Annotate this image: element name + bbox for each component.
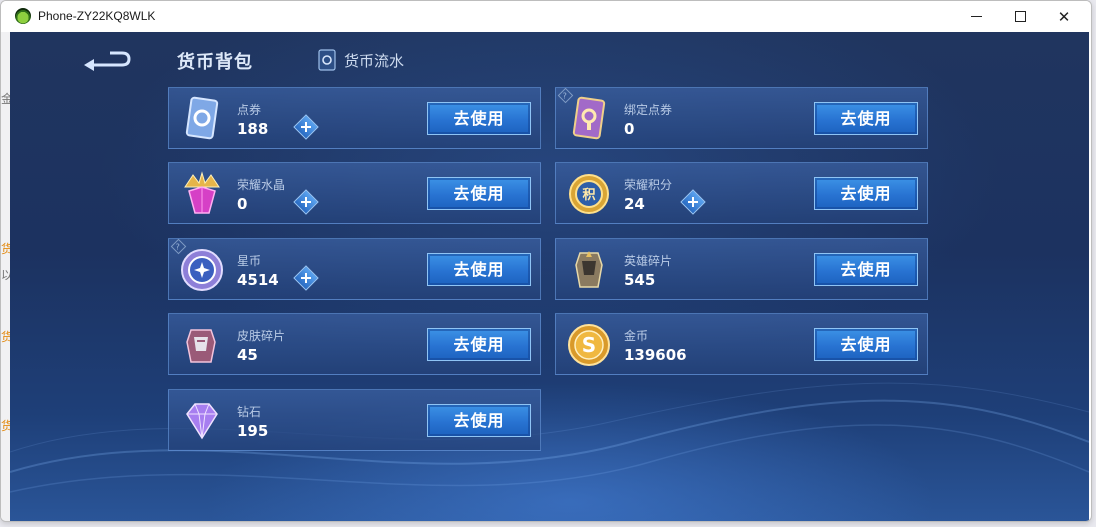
svg-text:积: 积 bbox=[582, 187, 595, 203]
star-coin-icon bbox=[181, 249, 223, 291]
minimize-button[interactable] bbox=[953, 1, 999, 32]
currency-card-gold-coin: S 金币 139606 去使用 bbox=[555, 313, 928, 375]
maximize-icon bbox=[1014, 11, 1026, 22]
voucher-icon bbox=[185, 96, 219, 140]
use-button[interactable]: 去使用 bbox=[814, 253, 918, 286]
currency-amount: 0 bbox=[624, 120, 635, 138]
bound-voucher-icon bbox=[572, 96, 606, 140]
page-title: 货币背包 bbox=[177, 52, 253, 73]
currency-name: 点券 bbox=[237, 103, 262, 117]
currency-amount: 545 bbox=[624, 271, 656, 289]
use-button[interactable]: 去使用 bbox=[427, 328, 531, 361]
skin-fragment-icon bbox=[186, 329, 216, 363]
use-button[interactable]: 去使用 bbox=[427, 102, 531, 135]
recharge-plus-button[interactable] bbox=[293, 114, 319, 140]
currency-flow-link[interactable]: 货币流水 bbox=[318, 48, 404, 72]
currency-card-star-coin: ? 星币 4514 去使用 bbox=[168, 238, 541, 300]
currency-name: 钻石 bbox=[237, 405, 262, 419]
ledger-icon bbox=[318, 49, 336, 71]
currency-amount: 4514 bbox=[237, 271, 279, 289]
gold-coin-icon: S bbox=[568, 324, 610, 366]
currency-amount: 45 bbox=[237, 346, 258, 364]
hero-fragment-icon bbox=[575, 251, 603, 288]
currency-card-skin-fragment: 皮肤碎片 45 去使用 bbox=[168, 313, 541, 375]
currency-amount: 139606 bbox=[624, 346, 687, 364]
recharge-plus-button[interactable] bbox=[293, 189, 319, 215]
currency-amount: 24 bbox=[624, 195, 645, 213]
currency-card-glory-crystal: 荣耀水晶 0 去使用 bbox=[168, 162, 541, 224]
currency-amount: 188 bbox=[237, 120, 269, 138]
glory-crystal-icon bbox=[184, 171, 220, 214]
currency-flow-label: 货币流水 bbox=[344, 51, 405, 70]
recharge-plus-button[interactable] bbox=[293, 265, 319, 291]
close-button[interactable]: ✕ bbox=[1041, 1, 1087, 32]
back-button[interactable] bbox=[82, 50, 132, 72]
title-bar: Phone-ZY22KQ8WLK ✕ bbox=[1, 1, 1091, 32]
currency-name: 皮肤碎片 bbox=[237, 329, 286, 343]
currency-card-voucher: 点券 188 去使用 bbox=[168, 87, 541, 149]
use-button[interactable]: 去使用 bbox=[427, 253, 531, 286]
window-title: Phone-ZY22KQ8WLK bbox=[38, 9, 156, 23]
back-arrow-icon bbox=[84, 51, 131, 71]
recharge-plus-button[interactable] bbox=[680, 189, 706, 215]
use-button[interactable]: 去使用 bbox=[427, 404, 531, 437]
currency-card-glory-points: 积 荣耀积分 24 去使用 bbox=[555, 162, 928, 224]
diamond-icon bbox=[186, 403, 218, 440]
android-app-icon bbox=[15, 8, 31, 24]
currency-name: 荣耀水晶 bbox=[237, 178, 286, 192]
currency-amount: 195 bbox=[237, 422, 269, 440]
glory-points-icon: 积 bbox=[569, 174, 609, 214]
close-icon: ✕ bbox=[1057, 7, 1071, 26]
currency-name: 金币 bbox=[624, 329, 649, 343]
currency-name: 星币 bbox=[237, 254, 262, 268]
maximize-button[interactable] bbox=[997, 1, 1043, 32]
minimize-icon bbox=[970, 16, 982, 17]
currency-card-hero-fragment: 英雄碎片 545 去使用 bbox=[555, 238, 928, 300]
svg-text:S: S bbox=[582, 333, 596, 357]
currency-name: 荣耀积分 bbox=[624, 178, 673, 192]
currency-name: 英雄碎片 bbox=[624, 254, 673, 268]
background-window-strip: 金 货 以 货 货 bbox=[1, 32, 13, 521]
use-button[interactable]: 去使用 bbox=[814, 102, 918, 135]
currency-amount: 0 bbox=[237, 195, 248, 213]
game-screen: 货币背包 货币流水 点券 188 去使用 ? 绑定点券 0 去使用 荣耀水晶 0… bbox=[10, 32, 1089, 521]
use-button[interactable]: 去使用 bbox=[427, 177, 531, 210]
use-button[interactable]: 去使用 bbox=[814, 328, 918, 361]
currency-card-bound-voucher: ? 绑定点券 0 去使用 bbox=[555, 87, 928, 149]
use-button[interactable]: 去使用 bbox=[814, 177, 918, 210]
currency-card-diamond: 钻石 195 去使用 bbox=[168, 389, 541, 451]
currency-name: 绑定点券 bbox=[624, 103, 673, 117]
emulator-window: Phone-ZY22KQ8WLK ✕ 金 货 以 货 货 货币背包 货币流水 点… bbox=[0, 0, 1092, 522]
